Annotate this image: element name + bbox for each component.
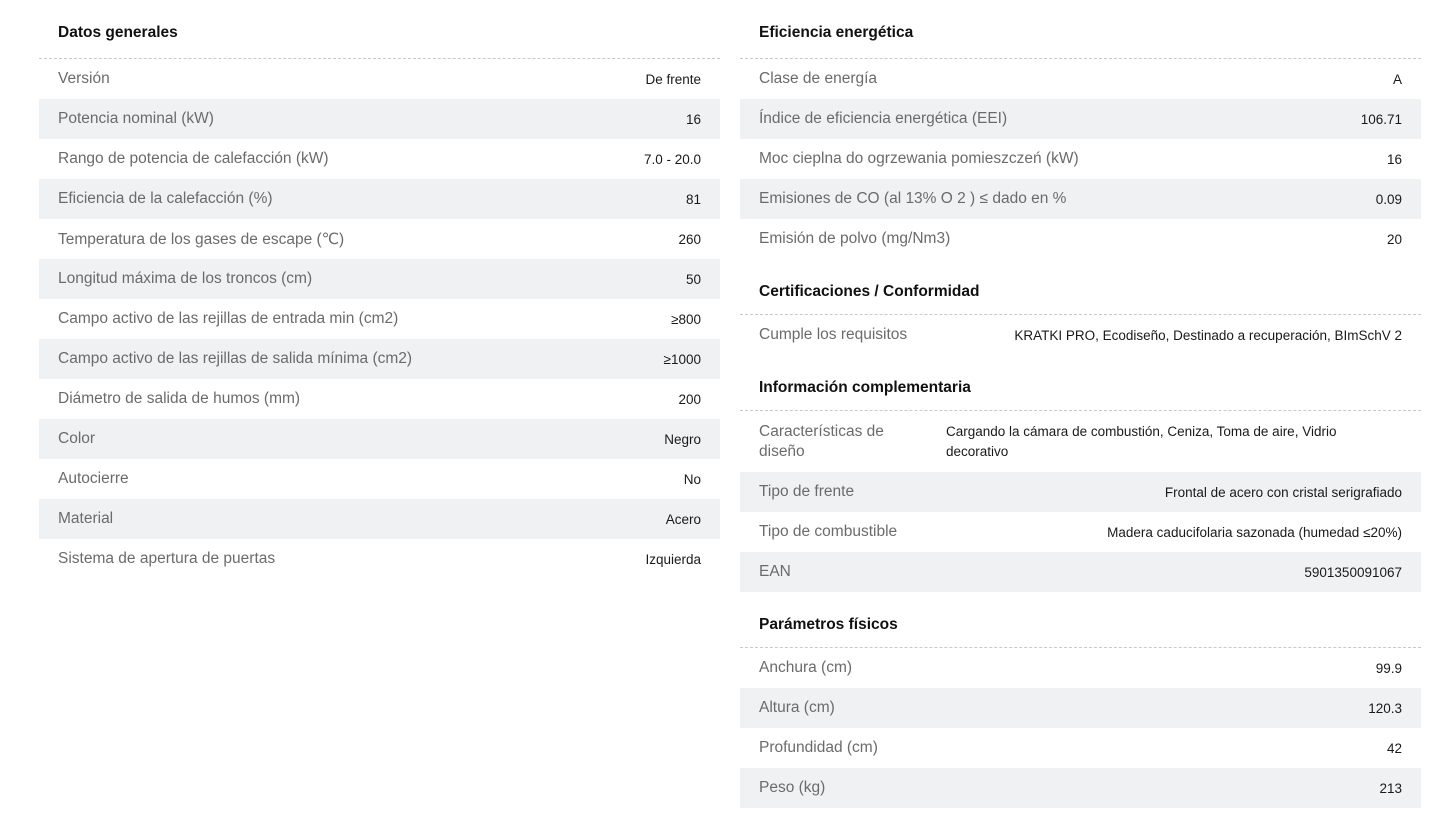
spec-value: Acero [665, 511, 701, 527]
spec-value: 213 [1379, 780, 1402, 796]
spec-label: Rango de potencia de calefacción (kW) [58, 150, 329, 167]
general-data-section: Datos generales Versión De frente Potenci… [39, 0, 720, 579]
energy-efficiency-section: Eficiencia energética Clase de energía A … [740, 0, 1421, 259]
spec-value: 42 [1386, 740, 1402, 756]
spec-value: 50 [685, 271, 701, 287]
spec-row: Profundidad (cm) 42 [740, 728, 1421, 768]
section-title: Información complementaria [740, 355, 1421, 411]
spec-label: Potencia nominal (kW) [58, 110, 214, 127]
spec-label: Moc cieplna do ogrzewania pomieszczeń (k… [759, 150, 1079, 167]
spec-row: Emisión de polvo (mg/Nm3) 20 [740, 219, 1421, 259]
spec-label: EAN [759, 563, 791, 580]
section-title: Certificaciones / Conformidad [740, 259, 1421, 315]
spec-row: Color Negro [39, 419, 720, 459]
spec-value: 260 [678, 231, 701, 247]
physical-parameters-section: Parámetros físicos Anchura (cm) 99.9 Altu… [740, 592, 1421, 808]
spec-value: 120.3 [1368, 700, 1402, 716]
spec-label: Autocierre [58, 470, 129, 487]
spec-row: Tipo de combustible Madera caducifolaria … [740, 512, 1421, 552]
spec-row: Clase de energía A [740, 59, 1421, 99]
section-title: Eficiencia energética [740, 0, 1421, 59]
spec-row: Sistema de apertura de puertas Izquierda [39, 539, 720, 579]
spec-value: Frontal de acero con cristal serigrafiad… [1164, 484, 1402, 500]
spec-label: Versión [58, 70, 110, 87]
spec-label: Diámetro de salida de humos (mm) [58, 390, 301, 407]
spec-value: 16 [685, 111, 701, 127]
spec-value: KRATKI PRO, Ecodiseño, Destinado a recup… [1014, 327, 1402, 343]
spec-row: Potencia nominal (kW) 16 [39, 99, 720, 139]
spec-label: Tipo de combustible [759, 523, 898, 540]
section-title: Datos generales [39, 0, 720, 59]
section-title: Parámetros físicos [740, 592, 1421, 648]
spec-row: Versión De frente [39, 59, 720, 99]
certifications-section: Certificaciones / Conformidad Cumple los… [740, 259, 1421, 355]
additional-info-section: Información complementaria Característic… [740, 355, 1421, 592]
spec-value: 200 [678, 391, 701, 407]
spec-row: Longitud máxima de los troncos (cm) 50 [39, 259, 720, 299]
spec-row: Cumple los requisitos KRATKI PRO, Ecodise… [740, 315, 1421, 355]
spec-label: Índice de eficiencia energética (EEI) [759, 110, 1008, 127]
spec-value: Negro [664, 431, 701, 447]
spec-row: Autocierre No [39, 459, 720, 499]
spec-row: Campo activo de las rejillas de salida m… [39, 339, 720, 379]
spec-row: Eficiencia de la calefacción (%) 81 [39, 179, 720, 219]
spec-value: 5901350091067 [1304, 564, 1402, 580]
spec-row: Temperatura de los gases de escape (℃) 26… [39, 219, 720, 259]
spec-label: Peso (kg) [759, 779, 826, 796]
spec-label: Sistema de apertura de puertas [58, 550, 276, 567]
spec-row: EAN 5901350091067 [740, 552, 1421, 592]
spec-label: Campo activo de las rejillas de salida m… [58, 350, 413, 367]
spec-value: 20 [1386, 231, 1402, 247]
spec-label: Color [58, 430, 96, 447]
spec-label: Profundidad (cm) [759, 739, 878, 756]
spec-value: Madera caducifolaria sazonada (humedad ≤… [1107, 524, 1402, 540]
spec-value: A [1392, 71, 1402, 87]
spec-row: Diámetro de salida de humos (mm) 200 [39, 379, 720, 419]
spec-value: 7.0 - 20.0 [643, 151, 701, 167]
spec-row: Rango de potencia de calefacción (kW) 7.0… [39, 139, 720, 179]
spec-value: 16 [1386, 151, 1402, 167]
spec-row: Moc cieplna do ogrzewania pomieszczeń (k… [740, 139, 1421, 179]
spec-row: Tipo de frente Frontal de acero con crist… [740, 472, 1421, 512]
spec-value: 106.71 [1360, 111, 1402, 127]
spec-value: 99.9 [1375, 660, 1402, 676]
spec-value: ≥800 [671, 311, 701, 327]
spec-label: Campo activo de las rejillas de entrada … [58, 310, 399, 327]
spec-label: Emisiones de CO (al 13% O 2 ) ≤ dado en … [759, 190, 1067, 207]
spec-label: Longitud máxima de los troncos (cm) [58, 270, 313, 287]
spec-row: Peso (kg) 213 [740, 768, 1421, 808]
spec-row: Campo activo de las rejillas de entrada … [39, 299, 720, 339]
spec-label: Altura (cm) [759, 699, 835, 716]
spec-row: Emisiones de CO (al 13% O 2 ) ≤ dado en … [740, 179, 1421, 219]
right-column: Eficiencia energética Clase de energía A … [740, 0, 1421, 808]
spec-label: Tipo de frente [759, 483, 855, 500]
spec-label: Clase de energía [759, 70, 878, 87]
spec-row: Anchura (cm) 99.9 [740, 648, 1421, 688]
spec-value: No [683, 471, 701, 487]
spec-label: Cumple los requisitos [759, 326, 908, 343]
spec-page: Datos generales Versión De frente Potenci… [0, 0, 1445, 819]
spec-label: Temperatura de los gases de escape (℃) [58, 230, 345, 248]
spec-row: Características de diseño Cargando la cám… [740, 411, 1421, 472]
spec-value: 81 [685, 191, 701, 207]
spec-label: Características de diseño [759, 423, 884, 460]
spec-label: Emisión de polvo (mg/Nm3) [759, 230, 951, 247]
spec-value: ≥1000 [663, 351, 701, 367]
spec-row: Índice de eficiencia energética (EEI) 106… [740, 99, 1421, 139]
spec-value: Cargando la cámara de combustión, Ceniza… [946, 424, 1337, 459]
spec-row: Altura (cm) 120.3 [740, 688, 1421, 728]
spec-value: De frente [645, 71, 701, 87]
spec-label: Eficiencia de la calefacción (%) [58, 190, 273, 207]
spec-value: Izquierda [645, 551, 701, 567]
spec-label: Anchura (cm) [759, 659, 853, 676]
spec-label: Material [58, 510, 114, 527]
spec-row: Material Acero [39, 499, 720, 539]
spec-value: 0.09 [1375, 191, 1402, 207]
